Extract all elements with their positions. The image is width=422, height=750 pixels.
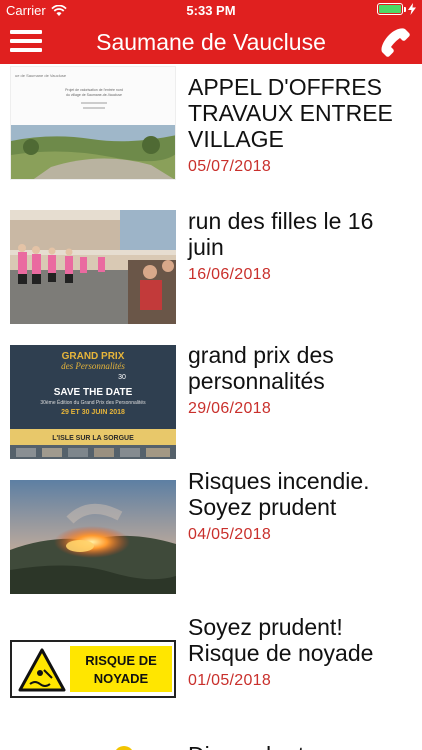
news-title: grand prix des personnalités bbox=[188, 342, 334, 394]
news-date: 01/05/2018 bbox=[188, 672, 272, 689]
partial-thumbnail-icon bbox=[116, 746, 132, 750]
poster-title-2: des Personnalités bbox=[61, 361, 125, 371]
runners-thumbnail bbox=[10, 209, 176, 324]
drowning-risk-sign-thumbnail: RISQUE DE NOYADE bbox=[10, 640, 176, 704]
poster-number: 30 bbox=[118, 374, 126, 381]
news-title: Soyez prudent! Risque de noyade bbox=[188, 614, 374, 666]
document-village-thumbnail: ue de Saumane de Vaucluse Projet de valo… bbox=[10, 66, 176, 180]
news-title: APPEL D'OFFRES TRAVAUX ENTREE VILLAGE bbox=[188, 74, 393, 152]
poster-place: L'ISLE SUR LA SORGUE bbox=[52, 435, 134, 442]
hamburger-menu-icon[interactable] bbox=[10, 30, 42, 54]
poster-dates: 29 ET 30 JUIN 2018 bbox=[61, 409, 125, 416]
news-title: Risques incendie. Soyez prudent bbox=[188, 467, 370, 520]
news-title: run des filles le 16 juin bbox=[188, 207, 374, 260]
news-date: 04/05/2018 bbox=[188, 525, 272, 543]
navigation-bar: Saumane de Vaucluse bbox=[0, 20, 422, 64]
grand-prix-poster-thumbnail: GRAND PRIX des Personnalités 30 SAVE THE… bbox=[10, 345, 176, 459]
list-item[interactable]: RISQUE DE NOYADE Soyez prudent! Risque d… bbox=[0, 602, 422, 737]
doc-header-text: ue de Saumane de Vaucluse bbox=[15, 73, 67, 78]
list-item[interactable]: run des filles le 16 juin 16/06/2018 bbox=[0, 199, 422, 334]
news-title-partial: Dimanche ta bbox=[188, 742, 317, 750]
forest-fire-thumbnail bbox=[10, 479, 176, 594]
status-bar: Carrier 5:33 PM bbox=[0, 0, 422, 20]
news-date: 16/06/2018 bbox=[188, 265, 272, 283]
phone-icon[interactable] bbox=[378, 26, 412, 60]
sign-line-2: NOYADE bbox=[94, 671, 149, 686]
sign-line-1: RISQUE DE bbox=[85, 653, 157, 668]
poster-edition: 30ème Édition du Grand Prix des Personna… bbox=[40, 399, 146, 406]
news-date: 05/07/2018 bbox=[188, 158, 272, 175]
page-title: Saumane de Vaucluse bbox=[96, 29, 326, 55]
doc-line-1: Projet de valorisation de l'entrée nord bbox=[65, 88, 123, 92]
doc-line-2: du village de Saumane-de-Vaucluse bbox=[66, 93, 122, 97]
poster-save-date: SAVE THE DATE bbox=[54, 387, 133, 398]
news-list: ue de Saumane de Vaucluse Projet de valo… bbox=[0, 64, 422, 737]
list-item[interactable]: GRAND PRIX des Personnalités 30 SAVE THE… bbox=[0, 333, 422, 468]
clock: 5:33 PM bbox=[186, 3, 236, 18]
list-item[interactable]: Risques incendie. Soyez prudent 04/05/20… bbox=[0, 468, 422, 603]
charging-icon bbox=[408, 3, 416, 15]
battery-icon bbox=[377, 3, 406, 15]
list-item[interactable]: ue de Saumane de Vaucluse Projet de valo… bbox=[0, 64, 422, 199]
news-date: 29/06/2018 bbox=[188, 400, 272, 417]
